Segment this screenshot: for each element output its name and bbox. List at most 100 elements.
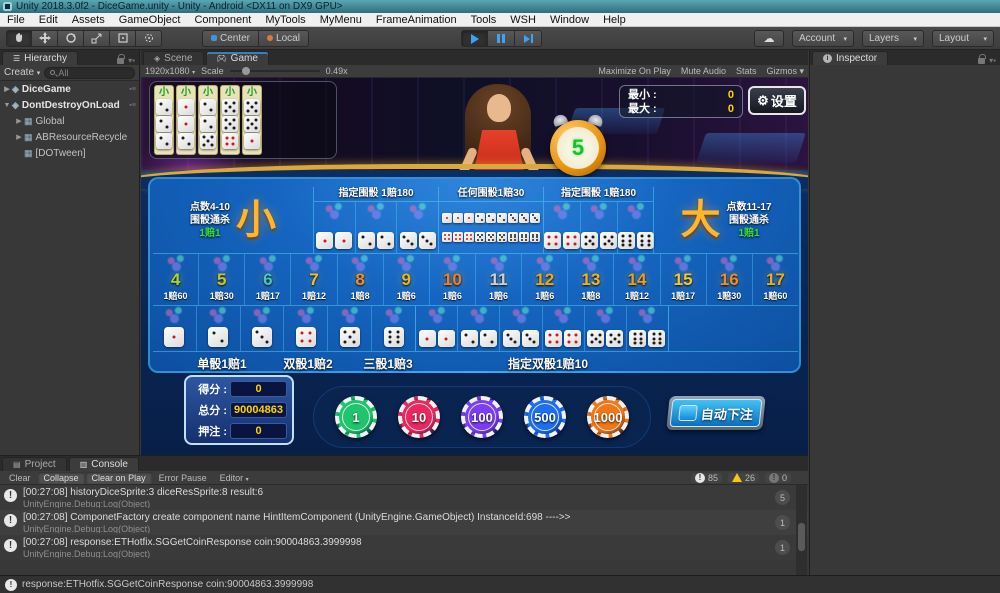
- hierarchy-item-DiceGame[interactable]: ▶◈DiceGame▪≡: [0, 81, 139, 97]
- step-button[interactable]: [515, 30, 542, 47]
- bet-total-16[interactable]: 161赔30: [706, 254, 752, 305]
- chip-500[interactable]: 500: [524, 396, 566, 438]
- rotate-tool-icon[interactable]: [58, 30, 84, 47]
- hierarchy-search-input[interactable]: All: [44, 67, 135, 79]
- bet-total-12[interactable]: 121赔6: [521, 254, 567, 305]
- bet-total-4[interactable]: 41赔60: [153, 254, 198, 305]
- menu-mymenu[interactable]: MyMenu: [313, 14, 369, 26]
- create-button[interactable]: Create ▾: [4, 67, 40, 78]
- bet-total-10[interactable]: 101赔6: [429, 254, 475, 305]
- bet-single-3[interactable]: [240, 306, 284, 351]
- menu-mytools[interactable]: MyTools: [258, 14, 312, 26]
- foldout-icon[interactable]: ▶: [2, 85, 12, 93]
- cloud-button[interactable]: ☁: [754, 30, 784, 47]
- clear-button[interactable]: Clear: [3, 472, 37, 484]
- bet-triple-R-1[interactable]: [544, 202, 580, 253]
- bet-small-zone[interactable]: 点数4-10 围骰通杀 1赔1 小: [153, 187, 313, 253]
- menu-tools[interactable]: Tools: [464, 14, 504, 26]
- bet-triple-L-2[interactable]: [355, 202, 397, 253]
- panel-menu-icon[interactable]: ▾▪: [128, 56, 135, 65]
- lock-icon[interactable]: [117, 58, 124, 64]
- bet-pair-2[interactable]: [457, 306, 499, 351]
- bet-pair-4[interactable]: [542, 306, 584, 351]
- tab-project[interactable]: ▤Project: [2, 457, 67, 471]
- bet-total-7[interactable]: 71赔12: [290, 254, 336, 305]
- bet-pair-6[interactable]: [626, 306, 668, 351]
- lock-icon[interactable]: [978, 58, 985, 64]
- rect-tool-icon[interactable]: [110, 30, 136, 47]
- bet-single-1[interactable]: [153, 306, 196, 351]
- any-triple-group[interactable]: [475, 213, 507, 223]
- menu-file[interactable]: File: [0, 14, 32, 26]
- toggle-stats[interactable]: Stats: [736, 66, 757, 76]
- log-entry-1[interactable]: ![00:27:08] historyDiceSprite:3 diceResS…: [0, 485, 808, 510]
- bet-triple-L-3[interactable]: [396, 202, 438, 253]
- error-count-badge[interactable]: !0: [765, 473, 791, 483]
- bet-single-2[interactable]: [196, 306, 240, 351]
- error-pause-button[interactable]: Error Pause: [153, 472, 213, 484]
- bet-triple-L-1[interactable]: [314, 202, 355, 253]
- scale-slider[interactable]: [230, 70, 320, 72]
- layers-dropdown[interactable]: Layers▾: [862, 30, 924, 47]
- bet-triple-R-3[interactable]: [617, 202, 654, 253]
- menu-component[interactable]: Component: [187, 14, 258, 26]
- title-bar[interactable]: Unity 2018.3.0f2 - DiceGame.unity - Unit…: [0, 0, 1000, 13]
- bet-total-8[interactable]: 81赔8: [337, 254, 383, 305]
- warning-count-badge[interactable]: 26: [728, 473, 759, 483]
- foldout-icon[interactable]: ▼: [2, 102, 12, 109]
- bet-single-4[interactable]: [283, 306, 327, 351]
- bet-single-6[interactable]: [371, 306, 415, 351]
- aspect-dropdown[interactable]: 1920x1080 ▾: [145, 66, 195, 76]
- auto-bet-button[interactable]: 自动下注: [666, 396, 766, 430]
- menu-window[interactable]: Window: [543, 14, 596, 26]
- move-tool-icon[interactable]: [32, 30, 58, 47]
- bet-pair-1[interactable]: [416, 306, 457, 351]
- tab-console[interactable]: ▥Console: [69, 457, 139, 471]
- collapse-button[interactable]: Collapse: [38, 472, 85, 484]
- bet-triple-R-2[interactable]: [580, 202, 617, 253]
- space-local-button[interactable]: Local: [259, 30, 309, 47]
- chip-1[interactable]: 1: [335, 396, 377, 438]
- any-triple-group[interactable]: [508, 232, 540, 242]
- pivot-center-button[interactable]: Center: [202, 30, 259, 47]
- any-triple-group[interactable]: [442, 232, 474, 242]
- menu-frameanimation[interactable]: FrameAnimation: [369, 14, 464, 26]
- item-menu-icon[interactable]: ▪≡: [129, 102, 136, 109]
- toggle-maximize-on-play[interactable]: Maximize On Play: [598, 66, 671, 76]
- play-button[interactable]: [461, 30, 488, 47]
- hierarchy-item-Global[interactable]: ▶▦Global: [0, 113, 139, 129]
- tab-scene[interactable]: ◈Scene: [143, 51, 204, 65]
- menu-wsh[interactable]: WSH: [503, 14, 543, 26]
- scale-tool-icon[interactable]: [84, 30, 110, 47]
- foldout-icon[interactable]: ▶: [14, 133, 24, 141]
- bet-total-17[interactable]: 171赔60: [752, 254, 798, 305]
- console-scrollbar[interactable]: [796, 485, 807, 575]
- log-entry-3[interactable]: ![00:27:08] response:ETHotfix.SGGetCoinR…: [0, 535, 808, 560]
- settings-button[interactable]: ⚙ 设置: [748, 86, 806, 115]
- editor-dropdown[interactable]: Editor ▾: [214, 472, 255, 484]
- bet-big-zone[interactable]: 大 点数11-17 围骰通杀 1赔1: [653, 187, 798, 253]
- hand-tool-icon[interactable]: [6, 30, 32, 47]
- info-count-badge[interactable]: !85: [691, 473, 722, 483]
- any-triple-group[interactable]: [442, 213, 474, 223]
- tab-inspector[interactable]: i Inspector: [812, 51, 888, 65]
- status-bar[interactable]: ! response:ETHotfix.SGGetCoinResponse co…: [0, 575, 1000, 593]
- bet-total-13[interactable]: 131赔8: [567, 254, 613, 305]
- bet-total-11[interactable]: 111赔6: [475, 254, 521, 305]
- bet-single-5[interactable]: [327, 306, 371, 351]
- bet-total-15[interactable]: 151赔17: [660, 254, 706, 305]
- bet-any-triple[interactable]: 任何围骰1赔30: [438, 187, 543, 253]
- foldout-icon[interactable]: ▶: [14, 117, 24, 125]
- any-triple-group[interactable]: [475, 232, 507, 242]
- tab-game[interactable]: 🎮︎Game: [206, 51, 269, 65]
- menu-gameobject[interactable]: GameObject: [112, 14, 188, 26]
- layout-dropdown[interactable]: Layout▾: [932, 30, 994, 47]
- bet-pair-3[interactable]: [499, 306, 541, 351]
- clear-on-play-button[interactable]: Clear on Play: [86, 472, 152, 484]
- bet-total-5[interactable]: 51赔30: [198, 254, 244, 305]
- chip-100[interactable]: 100: [461, 396, 503, 438]
- chip-10[interactable]: 10: [398, 396, 440, 438]
- panel-menu-icon[interactable]: ▾▪: [989, 56, 996, 65]
- menu-help[interactable]: Help: [596, 14, 633, 26]
- toggle-gizmos[interactable]: Gizmos ▾: [766, 66, 804, 77]
